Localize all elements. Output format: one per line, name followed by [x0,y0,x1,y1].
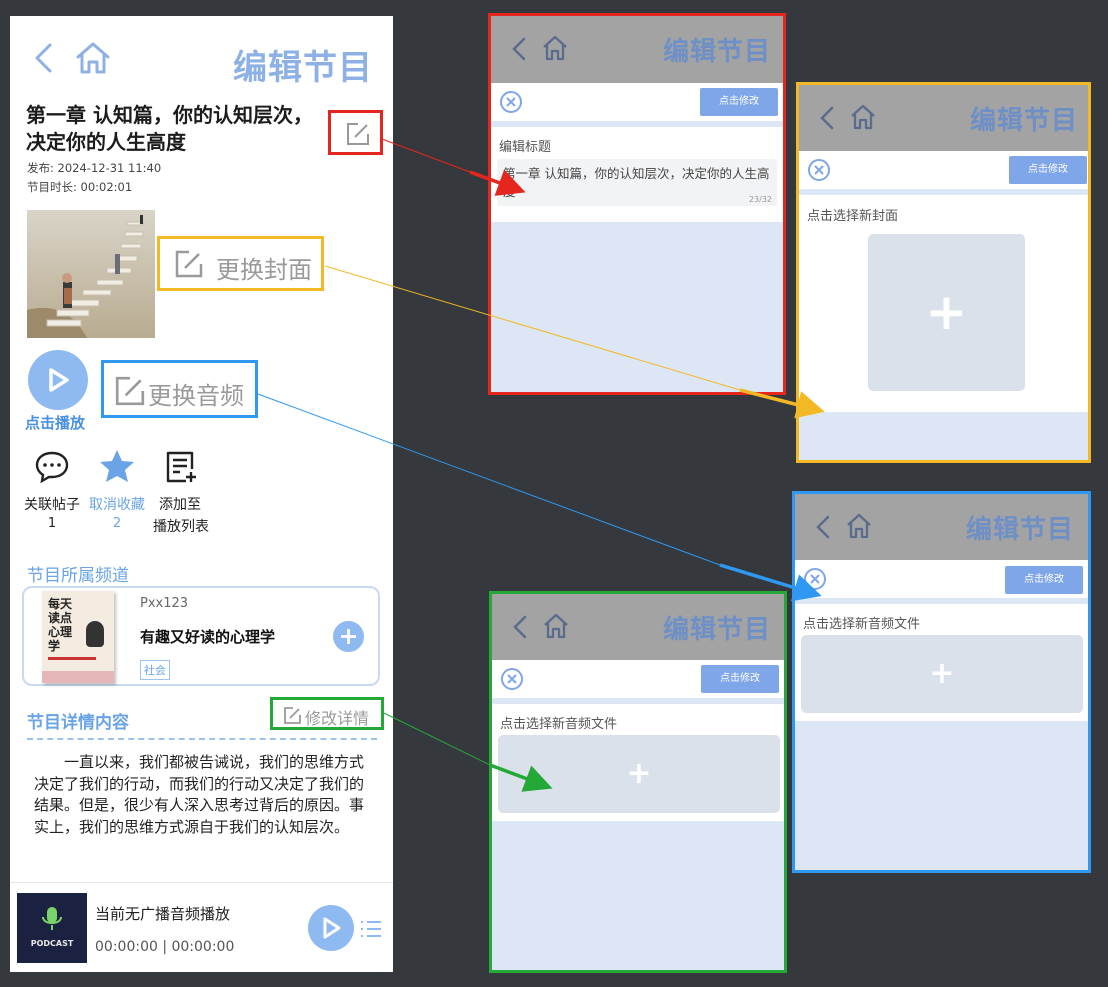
subscribe-button[interactable] [333,621,364,652]
book-figure-icon [86,621,104,647]
select-audio-button[interactable]: + [498,735,780,813]
player-play-button[interactable] [308,905,354,951]
title-edit-panel: 编辑标题 第一章 认知篇，你的认知层次，决定你的人生高度 23/32 [491,127,783,222]
details-section-title: 节目详情内容 [27,713,129,733]
home-icon[interactable] [541,34,569,62]
back-icon[interactable] [511,36,527,62]
channel-tag: 社会 [140,660,170,680]
comment-icon[interactable] [34,450,70,484]
field-label: 点击选择新音频文件 [803,617,921,632]
episode-duration: 节目时长: 00:02:01 [27,180,133,194]
play-icon [49,368,69,392]
mini-player: PODCAST 当前无广播音频播放 00:00:00 | 00:00:00 [10,882,393,972]
close-icon[interactable] [803,567,827,591]
podcast-logo-text: PODCAST [30,939,74,948]
change-cover-screen: 编辑节目 点击修改 点击选择新封面 + [796,82,1091,463]
episode-cover-image [27,210,155,338]
screen-title: 编辑节目 [965,515,1074,545]
edit-icon [347,123,369,145]
related-posts-label[interactable]: 关联帖子 [22,494,82,514]
close-icon[interactable] [807,158,831,182]
edit-icon [175,250,203,278]
details-select-panel: 点击选择新音频文件 + [492,704,784,821]
submit-button[interactable]: 点击修改 [1009,156,1087,184]
screen-title: 编辑节目 [969,106,1078,136]
publish-time: 发布: 2024-12-31 11:40 [27,161,162,175]
edit-details-screen: 编辑节目 点击修改 点击选择新音频文件 + [489,591,787,973]
screen-header: 编辑节目 [491,16,783,83]
favorite-count: 2 [112,516,122,531]
title-input[interactable]: 第一章 认知篇，你的认知层次，决定你的人生高度 23/32 [497,159,777,206]
change-cover-button[interactable]: 更换封面 [157,236,324,291]
screen-toolbar: 点击修改 [492,660,784,698]
screen-header: 编辑节目 [799,85,1088,151]
star-icon[interactable] [98,448,136,486]
edit-title-screen: 编辑节目 点击修改 编辑标题 第一章 认知篇，你的认知层次，决定你的人生高度 2… [488,13,786,395]
main-phone-screen: 编辑节目 第一章 认知篇，你的认知层次，决定你的人生高度 发布: 2024-12… [10,16,393,972]
field-label: 编辑标题 [499,140,552,155]
back-icon[interactable] [512,614,528,640]
title-input-value[interactable]: 第一章 认知篇，你的认知层次，决定你的人生高度 [503,165,775,199]
play-icon [323,917,341,939]
screen-title: 编辑节目 [662,615,771,645]
field-label: 点击选择新封面 [807,209,899,224]
edit-title-button[interactable] [328,110,383,155]
screen-toolbar: 点击修改 [799,151,1088,189]
change-audio-label: 更换音频 [148,382,244,410]
player-status: 当前无广播音频播放 [95,905,231,923]
submit-button[interactable]: 点击修改 [701,665,779,693]
back-icon[interactable] [32,42,56,74]
play-label[interactable]: 点击播放 [25,412,85,433]
channel-book-cover: 每天读点心理学 [42,591,114,683]
edit-icon [284,707,301,724]
change-audio-screen: 编辑节目 点击修改 点击选择新音频文件 + [792,491,1091,873]
home-icon[interactable] [849,103,877,131]
microphone-icon [42,907,62,930]
player-time: 00:00:00 | 00:00:00 [95,939,235,955]
screen-header: 编辑节目 [795,494,1088,560]
episode-title: 第一章 认知篇，你的认知层次，决定你的人生高度 [26,103,313,154]
select-audio-button[interactable]: + [801,635,1083,713]
home-icon[interactable] [74,40,112,76]
plus-icon [341,629,356,644]
submit-button[interactable]: 点击修改 [700,88,778,116]
audio-select-panel: 点击选择新音频文件 + [795,604,1088,721]
change-cover-label: 更换封面 [216,256,312,284]
field-label: 点击选择新音频文件 [500,717,618,732]
add-to-label-line1[interactable]: 添加至 [152,494,208,514]
screen-toolbar: 点击修改 [491,83,783,121]
edit-icon [115,376,145,406]
edit-details-label: 修改详情 [305,709,370,728]
back-icon[interactable] [815,514,831,540]
dashed-divider [27,738,377,740]
playlist-icon[interactable] [360,919,382,939]
episode-description: 一直以来，我们都被告诫说，我们的思维方式决定了我们的行动，而我们的行动又决定了我… [34,753,365,836]
add-to-label-line2[interactable]: 播放列表 [152,516,210,536]
podcast-logo: PODCAST [17,893,87,963]
unfavorite-label[interactable]: 取消收藏 [87,494,147,514]
screen-toolbar: 点击修改 [795,560,1088,598]
page-title: 编辑节目 [233,48,373,88]
change-audio-button[interactable]: 更换音频 [101,360,258,418]
related-posts-count: 1 [47,516,57,531]
close-icon[interactable] [500,667,524,691]
channel-section-title: 节目所属频道 [27,566,129,586]
char-counter: 23/32 [748,195,772,204]
channel-name: 有趣又好读的心理学 [140,628,276,646]
edit-details-button[interactable]: 修改详情 [270,697,384,730]
back-icon[interactable] [819,105,835,131]
channel-author: Pxx123 [140,596,189,611]
submit-button[interactable]: 点击修改 [1005,566,1083,594]
book-title: 每天读点心理学 [48,597,73,653]
home-icon[interactable] [542,612,570,640]
close-icon[interactable] [499,90,523,114]
screen-header: 编辑节目 [492,594,784,660]
cover-select-panel: 点击选择新封面 + [799,195,1088,412]
screen-title: 编辑节目 [662,37,771,67]
select-cover-button[interactable]: + [868,234,1025,391]
channel-card[interactable]: 每天读点心理学 Pxx123 有趣又好读的心理学 社会 [22,586,380,686]
play-button[interactable] [28,350,88,410]
add-to-playlist-icon[interactable] [164,450,198,484]
home-icon[interactable] [845,512,873,540]
